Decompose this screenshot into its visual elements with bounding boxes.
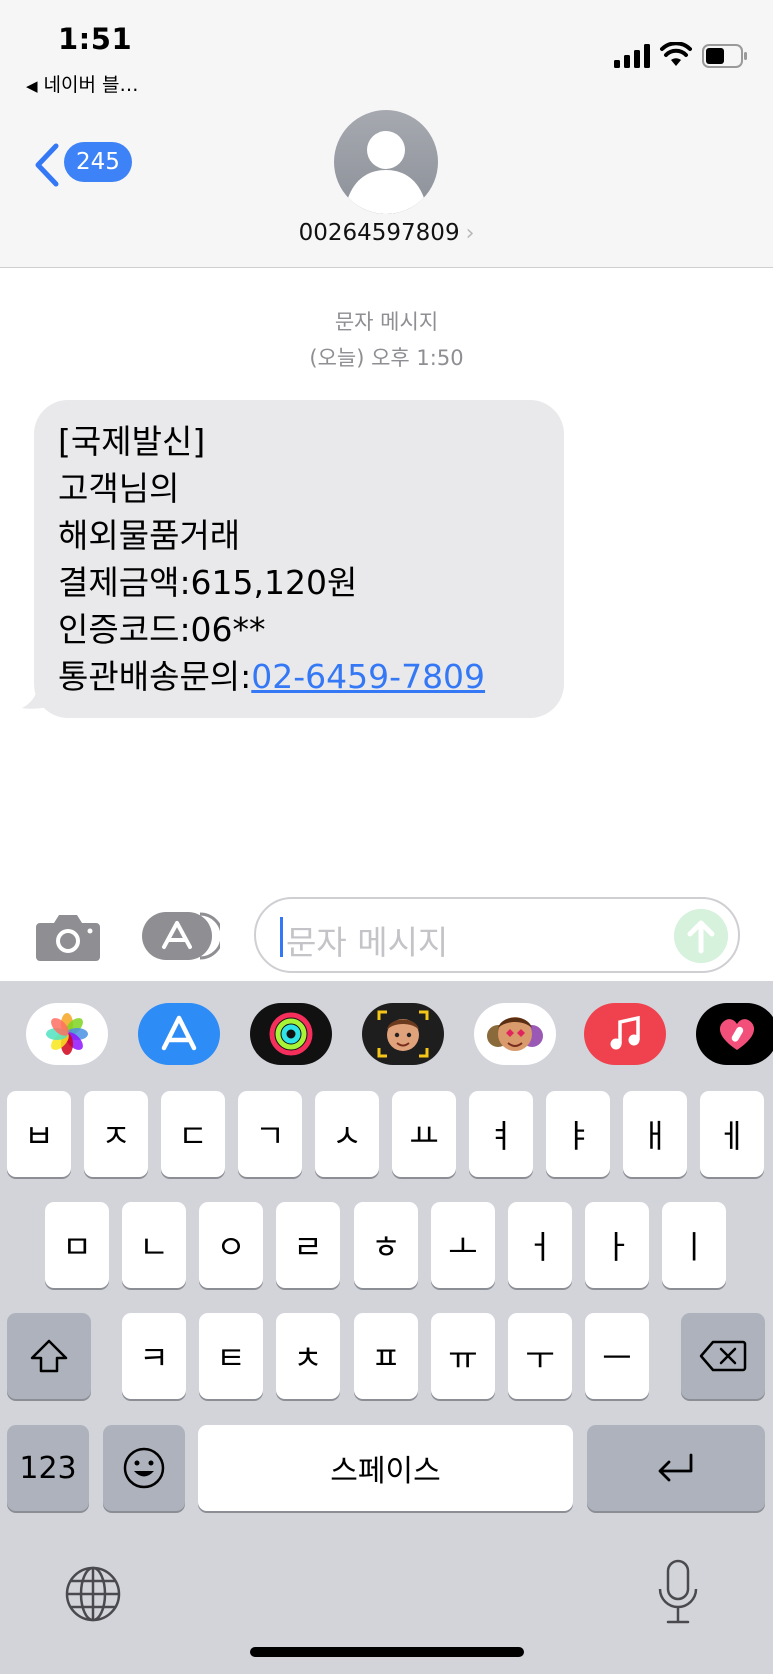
- photos-app-icon[interactable]: [26, 1003, 108, 1065]
- camera-icon[interactable]: [36, 911, 100, 961]
- key-row3[interactable]: ㅌ: [199, 1313, 263, 1399]
- return-key[interactable]: [587, 1425, 765, 1511]
- message-line: 통관배송문의:02-6459-7809: [58, 653, 540, 700]
- send-arrow-icon[interactable]: [674, 909, 728, 963]
- unread-count-badge[interactable]: 245: [64, 142, 132, 182]
- keyboard: ㅂ ㅈ ㄷ ㄱ ㅅ ㅛ ㅕ ㅑ ㅐ ㅔ ㅁ ㄴ ㅇ ㄹ ㅎ ㅗ ㅓ ㅏ ㅣ ㅋ …: [0, 981, 773, 1674]
- key-row1[interactable]: ㅛ: [392, 1091, 456, 1177]
- back-app-label: 네이버 블…: [43, 74, 139, 96]
- message-timestamp: (오늘) 오후 1:50: [309, 346, 464, 370]
- numbers-key[interactable]: 123: [7, 1425, 89, 1511]
- message-line: 고객님의: [58, 469, 180, 508]
- back-triangle-icon: ◀: [26, 77, 38, 95]
- key-row2[interactable]: ㅏ: [585, 1202, 649, 1288]
- cellular-signal-icon: [614, 44, 650, 68]
- thread-meta: 문자 메시지 (오늘) 오후 1:50: [0, 304, 773, 376]
- service-label: 문자 메시지: [334, 310, 439, 334]
- delete-key[interactable]: [681, 1313, 765, 1399]
- contact-avatar[interactable]: [334, 110, 438, 214]
- phone-number-link[interactable]: 02-6459-7809: [251, 657, 485, 696]
- home-indicator[interactable]: [250, 1647, 524, 1657]
- shift-arrow-icon: [30, 1339, 68, 1373]
- microphone-icon[interactable]: [656, 1559, 700, 1627]
- chevron-left-icon[interactable]: [32, 142, 62, 188]
- message-input-placeholder: 문자 메시지: [286, 923, 449, 962]
- return-arrow-icon: [658, 1453, 693, 1482]
- key-row2[interactable]: ㅣ: [662, 1202, 726, 1288]
- inquiry-label: 통관배송문의:: [58, 657, 252, 696]
- space-key[interactable]: 스페이스: [198, 1425, 573, 1511]
- shift-key[interactable]: [7, 1313, 91, 1399]
- key-row2[interactable]: ㅎ: [354, 1202, 418, 1288]
- text-cursor: [280, 917, 283, 957]
- backspace-icon: [699, 1340, 747, 1372]
- contact-number: 00264597809: [298, 220, 460, 246]
- key-row2[interactable]: ㄹ: [276, 1202, 340, 1288]
- key-row3[interactable]: ㅜ: [508, 1313, 572, 1399]
- status-bar: 1:51 ◀ 네이버 블…: [0, 0, 773, 110]
- message-line: 해외물품거래: [58, 516, 241, 555]
- wifi-icon: [660, 42, 692, 66]
- music-app-icon[interactable]: [584, 1003, 666, 1065]
- activity-app-icon[interactable]: [250, 1003, 332, 1065]
- key-row3[interactable]: ㅠ: [431, 1313, 495, 1399]
- message-line: [국제발신]: [58, 422, 206, 461]
- key-row3[interactable]: ㅋ: [122, 1313, 186, 1399]
- key-row2[interactable]: ㅇ: [199, 1202, 263, 1288]
- message-line: 결제금액:615,120원: [58, 563, 358, 602]
- message-bubble[interactable]: [국제발신] 고객님의 해외물품거래 결제금액:615,120원 인증코드:06…: [34, 400, 564, 718]
- key-row1[interactable]: ㅅ: [315, 1091, 379, 1177]
- emoji-key[interactable]: [103, 1425, 185, 1511]
- key-row1[interactable]: ㅑ: [546, 1091, 610, 1177]
- key-row1[interactable]: ㄱ: [238, 1091, 302, 1177]
- battery-icon: [702, 44, 747, 68]
- contact-name[interactable]: 00264597809 ›: [0, 220, 773, 246]
- status-time: 1:51: [58, 22, 133, 56]
- key-row3[interactable]: ㅍ: [354, 1313, 418, 1399]
- key-row1[interactable]: ㅂ: [7, 1091, 71, 1177]
- chevron-right-icon: ›: [465, 221, 475, 246]
- message-line: 인증코드:06**: [58, 610, 266, 649]
- memoji-camera-app-icon[interactable]: [362, 1003, 444, 1065]
- key-row3[interactable]: ㅊ: [276, 1313, 340, 1399]
- imessage-app-strip: [0, 981, 773, 1091]
- key-row1[interactable]: ㅕ: [469, 1091, 533, 1177]
- key-row3[interactable]: ㅡ: [585, 1313, 649, 1399]
- smiley-icon: [123, 1447, 165, 1489]
- key-row2[interactable]: ㅓ: [508, 1202, 572, 1288]
- key-row1[interactable]: ㅐ: [623, 1091, 687, 1177]
- globe-icon[interactable]: [64, 1565, 122, 1623]
- app-store-icon[interactable]: [142, 912, 220, 960]
- memoji-stickers-app-icon[interactable]: [474, 1003, 556, 1065]
- key-row1[interactable]: ㄷ: [161, 1091, 225, 1177]
- person-icon: [348, 131, 424, 214]
- key-row2[interactable]: ㅁ: [45, 1202, 109, 1288]
- conversation-header: 245 00264597809 ›: [0, 110, 773, 268]
- back-to-app-link[interactable]: ◀ 네이버 블…: [26, 70, 139, 97]
- key-row2[interactable]: ㄴ: [122, 1202, 186, 1288]
- message-input[interactable]: 문자 메시지: [254, 897, 740, 973]
- key-row1[interactable]: ㅔ: [700, 1091, 764, 1177]
- app-store-app-icon[interactable]: [138, 1003, 220, 1065]
- digital-touch-app-icon[interactable]: [696, 1003, 773, 1065]
- key-row1[interactable]: ㅈ: [84, 1091, 148, 1177]
- key-row2[interactable]: ㅗ: [431, 1202, 495, 1288]
- compose-bar: 문자 메시지: [0, 885, 773, 981]
